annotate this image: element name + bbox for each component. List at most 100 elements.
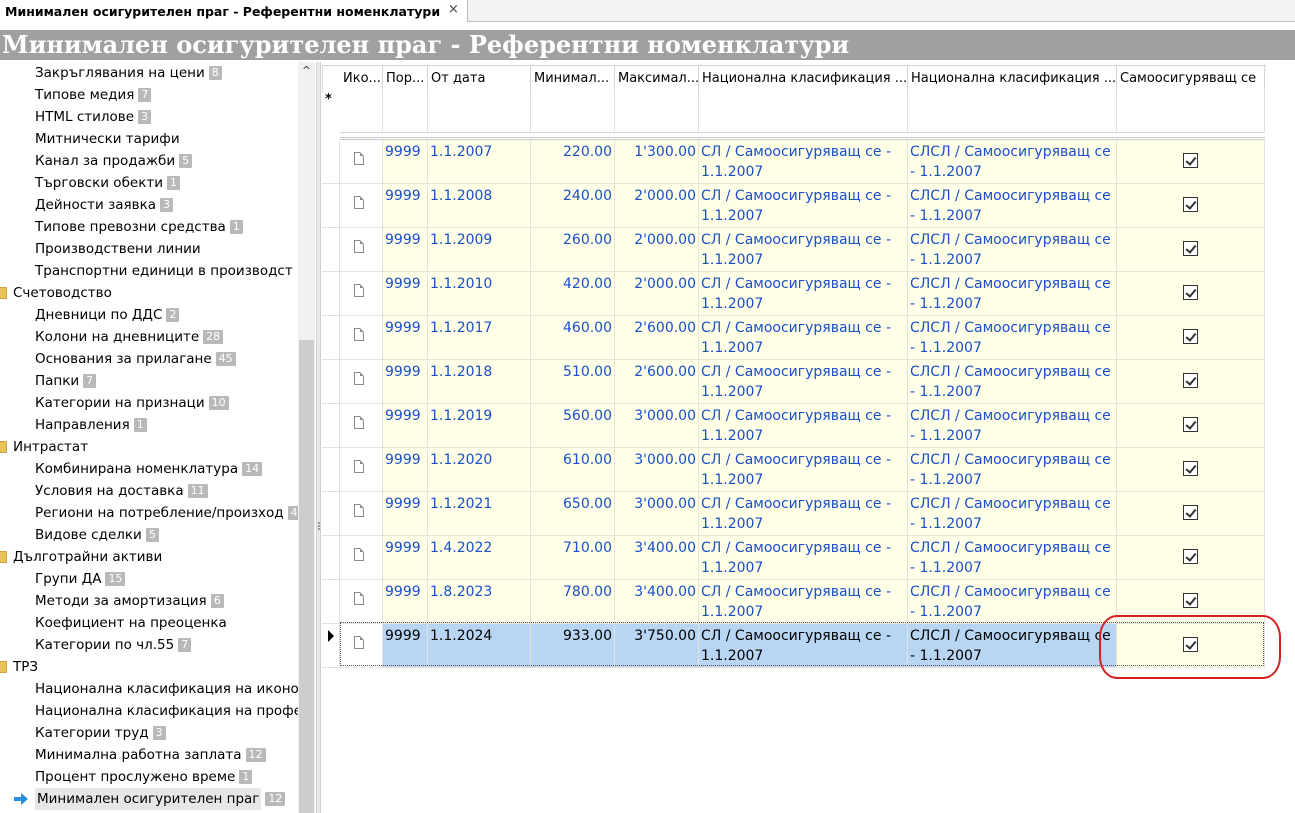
cell-max[interactable]: 3'000.00 <box>615 492 699 536</box>
checkbox-checked[interactable] <box>1183 153 1198 168</box>
self-insured-cell[interactable] <box>1117 272 1265 316</box>
sidebar-item[interactable]: Методи за амортизация 6 <box>0 590 224 612</box>
checkbox-checked[interactable] <box>1183 461 1198 476</box>
new-row-cell[interactable] <box>383 91 428 133</box>
new-row-cell[interactable] <box>1117 91 1265 133</box>
icon-cell[interactable] <box>340 404 383 448</box>
row-indicator[interactable] <box>322 448 340 492</box>
cell-min[interactable]: 260.00 <box>531 228 615 272</box>
sidebar-item[interactable]: Категории по чл.55 7 <box>0 634 192 656</box>
sidebar-item[interactable]: HTML стилове 3 <box>0 106 152 128</box>
sidebar-item[interactable]: Дейности заявка 3 <box>0 194 174 216</box>
sidebar-item[interactable]: Дневници по ДДС 2 <box>0 304 180 326</box>
cell-nk1[interactable]: СЛ / Самоосигуряващ се - 1.1.2007 <box>699 228 908 272</box>
sidebar-item[interactable]: Папки 7 <box>0 370 97 392</box>
icon-cell[interactable] <box>340 624 383 668</box>
cell-no[interactable]: 9999 <box>383 184 428 228</box>
cell-min[interactable]: 710.00 <box>531 536 615 580</box>
icon-cell[interactable] <box>340 184 383 228</box>
cell-nk2[interactable]: СЛСЛ / Самоосигуряващ се - 1.1.2007 <box>908 536 1117 580</box>
row-indicator[interactable] <box>322 360 340 404</box>
icon-cell[interactable] <box>340 448 383 492</box>
cell-date[interactable]: 1.1.2021 <box>428 492 531 536</box>
cell-nk2[interactable]: СЛСЛ / Самоосигуряващ се - 1.1.2007 <box>908 580 1117 624</box>
cell-max[interactable]: 2'600.00 <box>615 316 699 360</box>
cell-nk2[interactable]: СЛСЛ / Самоосигуряващ се - 1.1.2007 <box>908 316 1117 360</box>
self-insured-cell[interactable] <box>1117 448 1265 492</box>
new-row-cell[interactable] <box>908 91 1117 133</box>
checkbox-checked[interactable] <box>1183 329 1198 344</box>
cell-no[interactable]: 9999 <box>383 580 428 624</box>
self-insured-cell[interactable] <box>1117 580 1265 624</box>
cell-min[interactable]: 460.00 <box>531 316 615 360</box>
icon-cell[interactable] <box>340 580 383 624</box>
sidebar-item[interactable]: Национална класификация на иконо <box>0 678 299 700</box>
cell-min[interactable]: 420.00 <box>531 272 615 316</box>
cell-date[interactable]: 1.8.2023 <box>428 580 531 624</box>
sidebar-item[interactable]: Национална класификация на профе <box>0 700 302 722</box>
cell-max[interactable]: 3'400.00 <box>615 536 699 580</box>
new-row-cell[interactable] <box>531 91 615 133</box>
column-header[interactable]: Национална класификация ... <box>908 66 1117 92</box>
cell-nk1[interactable]: СЛ / Самоосигуряващ се - 1.1.2007 <box>699 624 908 668</box>
cell-date[interactable]: 1.1.2024 <box>428 624 531 668</box>
new-row-cell[interactable] <box>340 91 383 133</box>
cell-nk1[interactable]: СЛ / Самоосигуряващ се - 1.1.2007 <box>699 536 908 580</box>
new-row-cell[interactable] <box>428 91 531 133</box>
cell-max[interactable]: 1'300.00 <box>615 140 699 184</box>
cell-date[interactable]: 1.4.2022 <box>428 536 531 580</box>
cell-max[interactable]: 2'000.00 <box>615 184 699 228</box>
cell-date[interactable]: 1.1.2019 <box>428 404 531 448</box>
cell-nk1[interactable]: СЛ / Самоосигуряващ се - 1.1.2007 <box>699 272 908 316</box>
sidebar-item[interactable]: Дълготрайни активи <box>0 546 162 568</box>
cell-no[interactable]: 9999 <box>383 140 428 184</box>
cell-nk2[interactable]: СЛСЛ / Самоосигуряващ се - 1.1.2007 <box>908 140 1117 184</box>
cell-max[interactable]: 2'000.00 <box>615 228 699 272</box>
self-insured-cell[interactable] <box>1117 316 1265 360</box>
sidebar-item[interactable]: Направления 1 <box>0 414 147 436</box>
cell-no[interactable]: 9999 <box>383 624 428 668</box>
table-row[interactable]: 9999 1.8.2023 780.00 3'400.00 СЛ / Самоосигу… <box>322 580 1266 624</box>
cell-nk2[interactable]: СЛСЛ / Самоосигуряващ се - 1.1.2007 <box>908 360 1117 404</box>
cell-no[interactable]: 9999 <box>383 448 428 492</box>
sidebar-item[interactable]: Колони на дневниците 28 <box>0 326 224 348</box>
self-insured-cell[interactable] <box>1117 228 1265 272</box>
tab-minimal-threshold[interactable]: Минимален осигурителен праг - Референтни… <box>0 0 468 22</box>
cell-date[interactable]: 1.1.2007 <box>428 140 531 184</box>
cell-nk2[interactable]: СЛСЛ / Самоосигуряващ се - 1.1.2007 <box>908 404 1117 448</box>
sidebar-item[interactable]: Минимална работна заплата 12 <box>0 744 266 766</box>
cell-nk1[interactable]: СЛ / Самоосигуряващ се - 1.1.2007 <box>699 404 908 448</box>
sidebar-item[interactable]: Производствени линии <box>0 238 201 260</box>
checkbox-checked[interactable] <box>1183 417 1198 432</box>
cell-min[interactable]: 780.00 <box>531 580 615 624</box>
self-insured-cell[interactable] <box>1117 492 1265 536</box>
icon-cell[interactable] <box>340 316 383 360</box>
sidebar-item[interactable]: Условия на доставка 11 <box>0 480 208 502</box>
checkbox-checked[interactable] <box>1183 241 1198 256</box>
self-insured-cell[interactable] <box>1117 536 1265 580</box>
cell-min[interactable]: 933.00 <box>531 624 615 668</box>
cell-min[interactable]: 510.00 <box>531 360 615 404</box>
row-indicator[interactable] <box>322 184 340 228</box>
checkbox-checked[interactable] <box>1183 373 1198 388</box>
cell-max[interactable]: 3'000.00 <box>615 448 699 492</box>
cell-nk2[interactable]: СЛСЛ / Самоосигуряващ се - 1.1.2007 <box>908 492 1117 536</box>
column-header[interactable]: Самоосигуряващ се <box>1117 66 1265 92</box>
cell-nk2[interactable]: СЛСЛ / Самоосигуряващ се - 1.1.2007 <box>908 228 1117 272</box>
sidebar-scroll-thumb[interactable] <box>299 340 314 813</box>
icon-cell[interactable] <box>340 140 383 184</box>
cell-max[interactable]: 3'750.00 <box>615 624 699 668</box>
cell-min[interactable]: 650.00 <box>531 492 615 536</box>
column-header[interactable]: Национална класификация ... <box>699 66 908 92</box>
scroll-up-icon[interactable]: ^ <box>298 64 315 80</box>
table-row[interactable]: 9999 1.1.2009 260.00 2'000.00 СЛ / Самоосигу… <box>322 228 1266 272</box>
cell-max[interactable]: 2'600.00 <box>615 360 699 404</box>
sidebar-item[interactable]: Групи ДА 15 <box>0 568 126 590</box>
sidebar-item[interactable]: ТРЗ <box>0 656 38 678</box>
cell-no[interactable]: 9999 <box>383 404 428 448</box>
icon-cell[interactable] <box>340 360 383 404</box>
cell-nk1[interactable]: СЛ / Самоосигуряващ се - 1.1.2007 <box>699 580 908 624</box>
cell-min[interactable]: 560.00 <box>531 404 615 448</box>
row-indicator[interactable] <box>322 492 340 536</box>
cell-min[interactable]: 220.00 <box>531 140 615 184</box>
